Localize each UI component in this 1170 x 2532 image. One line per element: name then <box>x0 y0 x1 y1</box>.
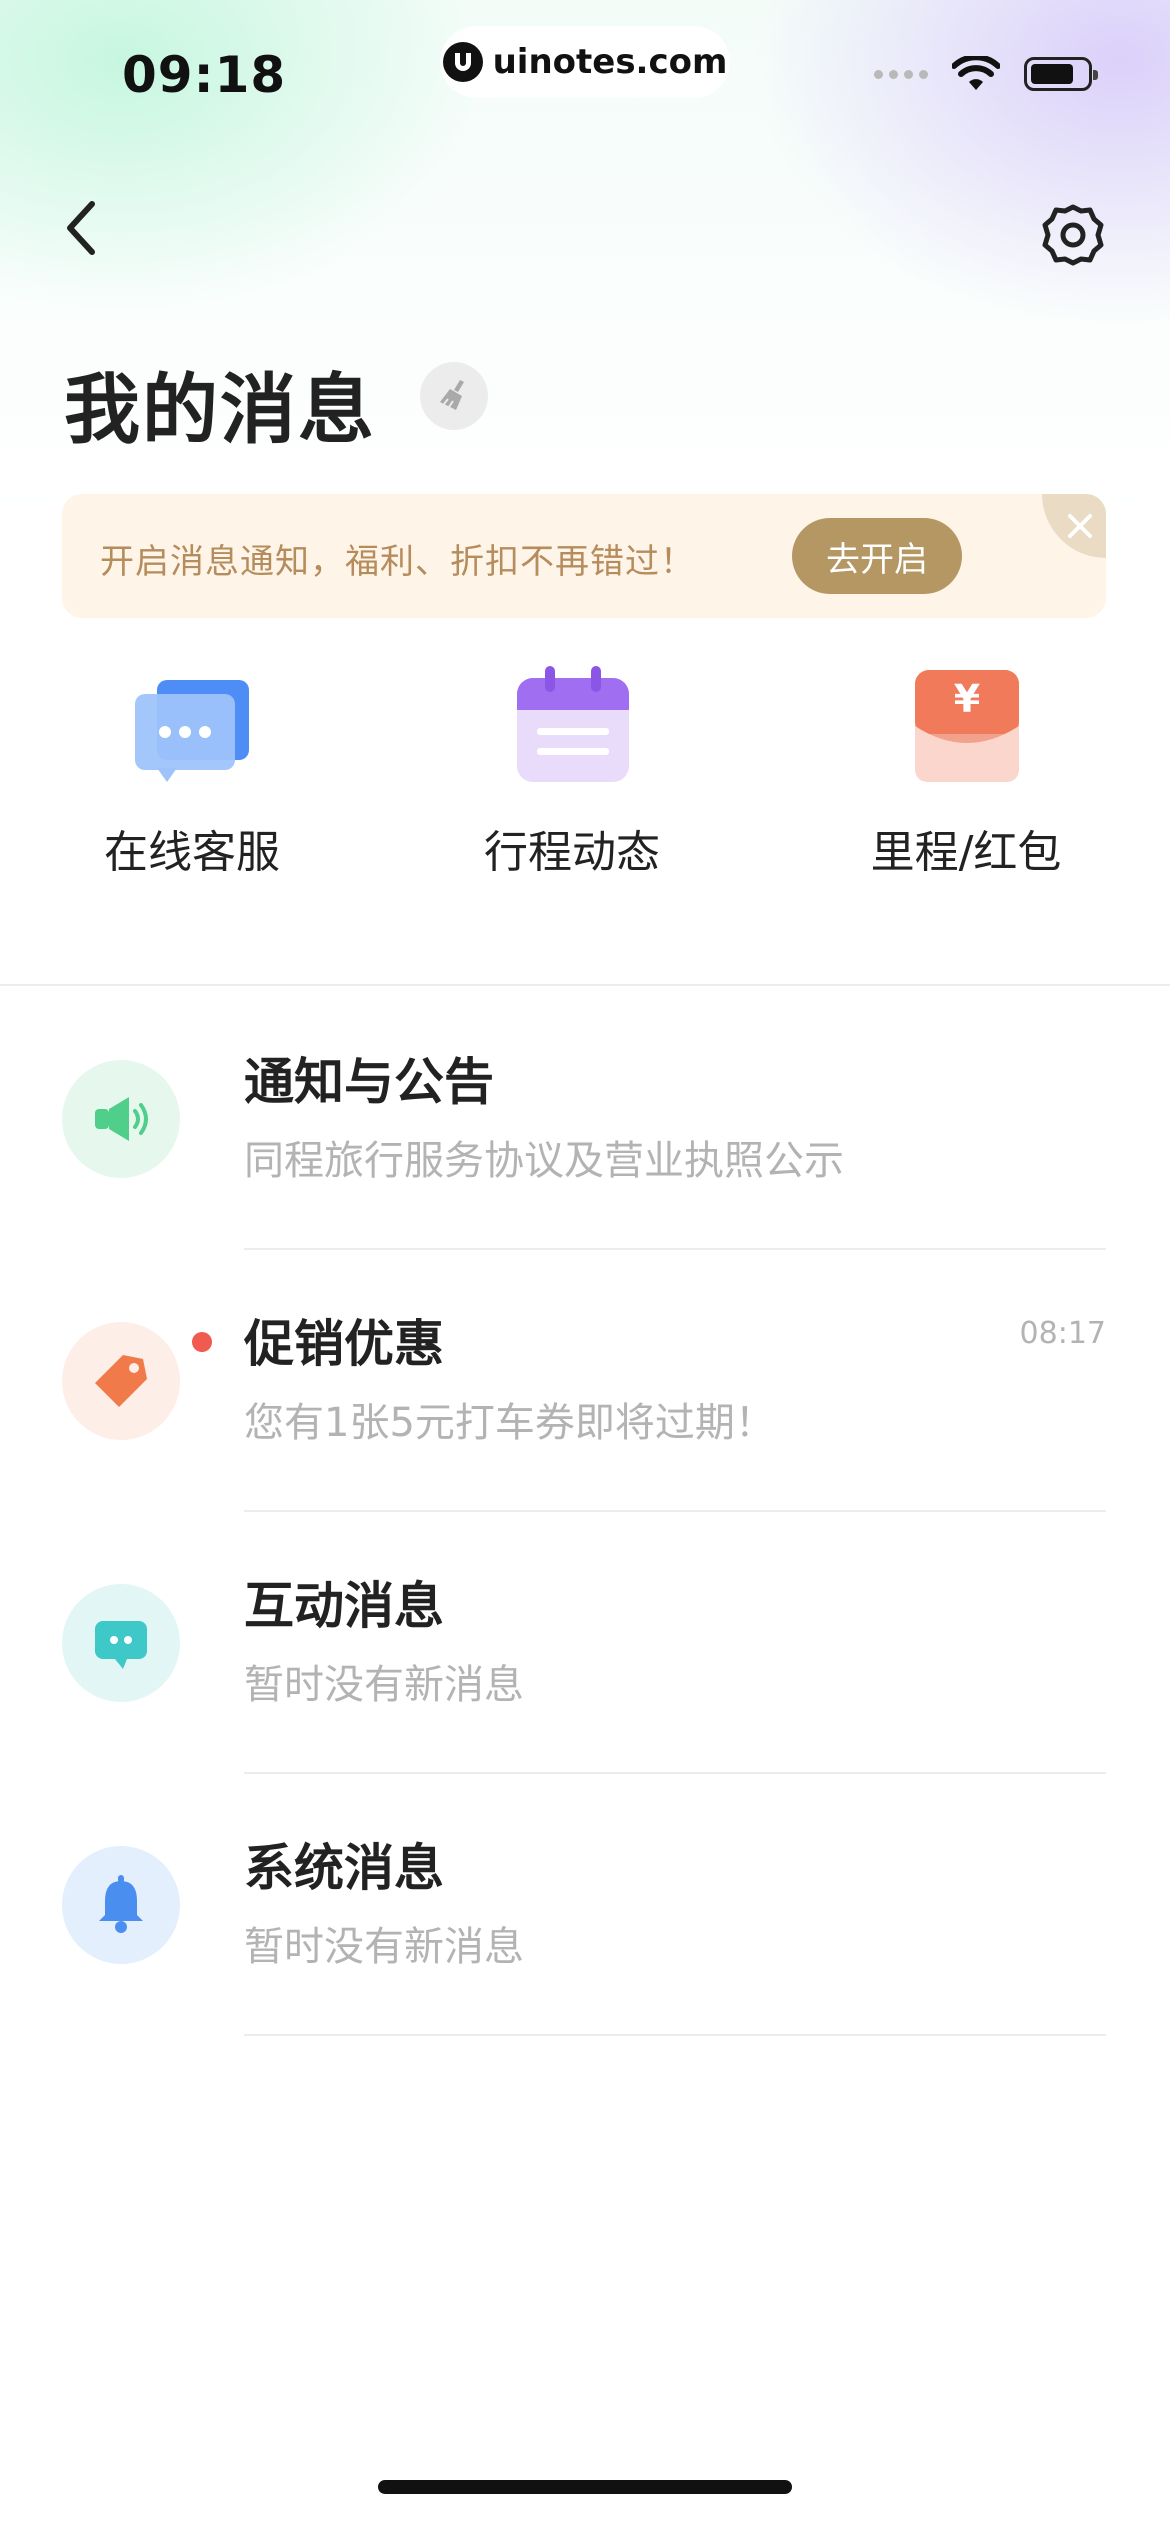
list-item-announcements[interactable]: 通知与公告 同程旅行服务协议及营业执照公示 <box>0 988 1170 1250</box>
calendar-icon <box>507 660 637 790</box>
notification-banner: 开启消息通知，福利、折扣不再错过！ 去开启 <box>62 494 1106 618</box>
status-time: 09:18 <box>122 46 287 104</box>
shortcut-label: 在线客服 <box>104 827 280 878</box>
message-title: 通知与公告 <box>244 1053 494 1111</box>
svg-text:¥: ¥ <box>954 677 980 721</box>
list-item-interactions[interactable]: 互动消息 暂时没有新消息 <box>0 1512 1170 1774</box>
message-preview: 暂时没有新消息 <box>244 1924 524 1970</box>
unread-dot <box>192 1332 212 1352</box>
shortcut-label: 里程/红包 <box>870 827 1062 878</box>
shortcut-label: 行程动态 <box>484 827 660 878</box>
banner-close-button[interactable] <box>1042 494 1106 558</box>
banner-text: 开启消息通知，福利、折扣不再错过！ <box>100 542 695 582</box>
shortcut-trip-updates[interactable]: 行程动态 <box>422 660 722 900</box>
comment-icon <box>62 1584 180 1702</box>
section-divider <box>0 984 1170 986</box>
enable-notification-button[interactable]: 去开启 <box>792 518 962 594</box>
message-title: 促销优惠 <box>244 1315 444 1373</box>
tag-icon <box>62 1322 180 1440</box>
page-title: 我的消息 <box>64 365 376 454</box>
status-indicators <box>874 56 1098 92</box>
shortcut-online-service[interactable]: 在线客服 <box>42 660 342 900</box>
signal-dots-icon <box>874 69 928 79</box>
shortcut-row: 在线客服 行程动态 ¥ 里程/红包 <box>0 660 1170 900</box>
back-button[interactable] <box>52 198 112 258</box>
message-time: 08:17 <box>1019 1316 1106 1351</box>
list-item-system[interactable]: 系统消息 暂时没有新消息 <box>0 1774 1170 2036</box>
home-indicator[interactable] <box>378 2480 792 2494</box>
chevron-left-icon <box>67 201 95 255</box>
list-item-promotions[interactable]: 促销优惠 08:17 您有1张5元打车券即将过期！ <box>0 1250 1170 1512</box>
red-envelope-icon: ¥ <box>901 660 1031 790</box>
broom-icon <box>440 380 464 410</box>
message-preview: 同程旅行服务协议及营业执照公示 <box>244 1138 844 1184</box>
message-title: 互动消息 <box>244 1577 444 1635</box>
gear-icon <box>1042 204 1104 266</box>
url-pill[interactable]: uinotes.com <box>440 26 730 98</box>
site-logo-icon <box>442 42 483 82</box>
row-divider <box>244 2034 1106 2036</box>
close-icon <box>1068 514 1092 538</box>
clear-unread-button[interactable] <box>420 362 488 430</box>
message-preview: 暂时没有新消息 <box>244 1662 524 1708</box>
shortcut-mileage-redpacket[interactable]: ¥ 里程/红包 <box>816 660 1116 900</box>
message-title: 系统消息 <box>244 1839 444 1897</box>
chat-bubbles-icon <box>127 660 257 790</box>
battery-icon <box>1024 57 1098 91</box>
bell-icon <box>62 1846 180 1964</box>
megaphone-icon <box>62 1060 180 1178</box>
wifi-icon <box>952 56 1000 90</box>
url-text: uinotes.com <box>492 42 728 82</box>
settings-button[interactable] <box>1036 198 1110 272</box>
message-preview: 您有1张5元打车券即将过期！ <box>244 1400 775 1446</box>
